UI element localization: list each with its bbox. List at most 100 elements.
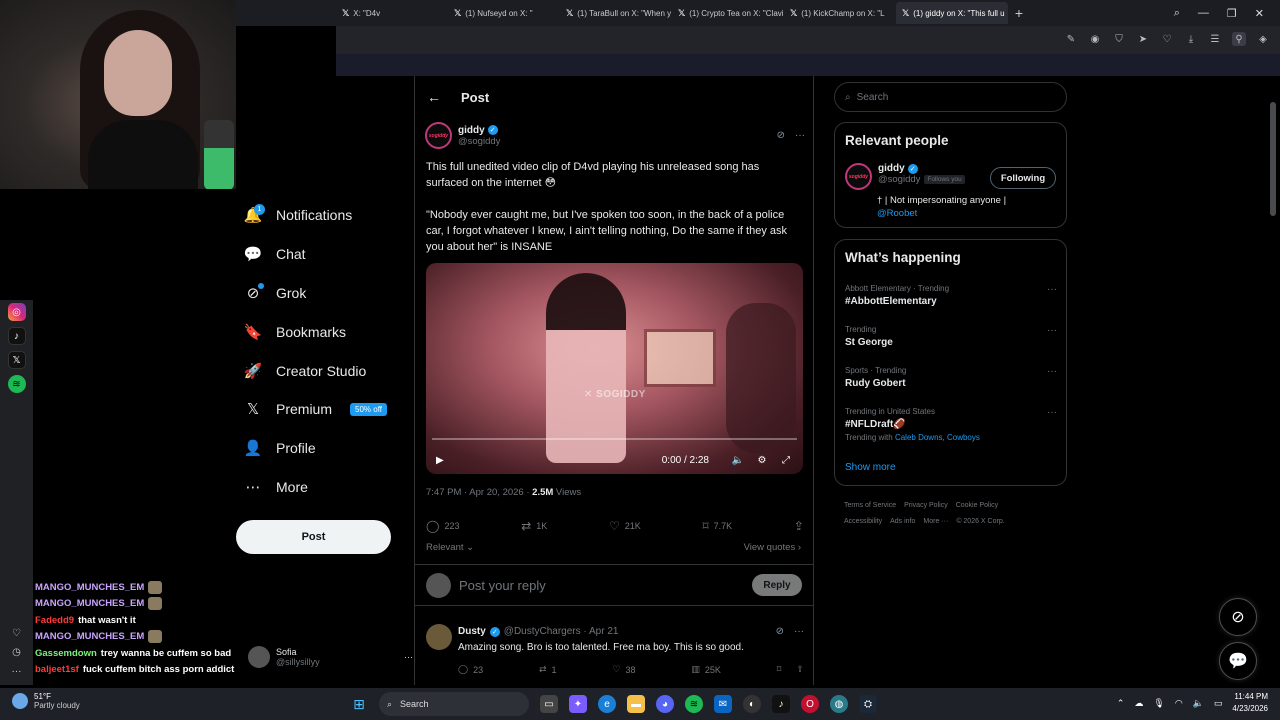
more-icon[interactable]: ··· xyxy=(1047,325,1057,336)
video-progress-bar[interactable] xyxy=(432,438,797,440)
nav-item-more[interactable]: ⋯ More xyxy=(236,468,406,507)
post-timestamp[interactable]: 7:47 PM · Apr 20, 2026 · xyxy=(426,487,532,498)
app-icon[interactable]: ◐ xyxy=(743,695,761,713)
x-app-icon[interactable]: 𝕏 xyxy=(7,351,26,369)
grok-icon[interactable]: ⊘ xyxy=(777,130,785,141)
browser-tab[interactable]: 𝕏 (1) TaraBull on X: "When y xyxy=(560,2,672,24)
clock-icon[interactable]: ◷ xyxy=(12,647,21,658)
footer-link[interactable]: Terms of Service xyxy=(844,502,896,509)
view-quotes-link[interactable]: View quotes › xyxy=(744,542,801,553)
heart-icon[interactable]: ♡ xyxy=(1160,32,1174,46)
trend-item[interactable]: Abbott Elementary · Trending #AbbottEleme… xyxy=(845,284,1057,307)
browser-tab[interactable]: 𝕏 (1) Nufseyd on X: " xyxy=(448,2,560,24)
extension-icon[interactable]: ◈ xyxy=(1256,32,1270,46)
steam-icon[interactable]: ⛭ xyxy=(859,695,877,713)
tiktok-icon[interactable]: ♪ xyxy=(7,327,26,345)
search-field[interactable]: ⌕ Search xyxy=(834,82,1067,112)
browser-tab[interactable]: 𝕏 X: "D4v xyxy=(336,2,448,24)
nav-item-creator-studio[interactable]: 🚀 Creator Studio xyxy=(236,351,406,390)
mic-icon[interactable]: 🎙 xyxy=(1153,698,1164,709)
maximize-button[interactable]: ❐ xyxy=(1227,7,1237,20)
spotify-icon[interactable]: ≋ xyxy=(685,695,703,713)
show-more-link[interactable]: Show more xyxy=(845,462,896,473)
chevron-up-icon[interactable]: ⌃ xyxy=(1117,698,1125,709)
clock[interactable]: 11:44 PM 4/23/2026 xyxy=(1232,691,1268,715)
windows-start-icon[interactable]: ⊞ xyxy=(350,695,368,713)
more-icon[interactable]: ··· xyxy=(1047,366,1057,377)
author-name[interactable]: giddy xyxy=(458,125,485,136)
minimize-button[interactable]: — xyxy=(1198,7,1209,19)
like-metric[interactable]: ♡ 21K xyxy=(609,519,641,533)
like-metric[interactable]: ♡ 38 xyxy=(612,664,635,675)
new-tab-button[interactable]: + xyxy=(1008,2,1030,24)
settings-icon[interactable]: ⚙ xyxy=(755,455,769,466)
browser-tab[interactable]: 𝕏(1) giddy on X: "This full u✕ xyxy=(896,2,1008,24)
repost-metric[interactable]: ⇄ 1K xyxy=(521,519,547,533)
camera-icon[interactable]: ◉ xyxy=(1088,32,1102,46)
more-icon[interactable]: ··· xyxy=(794,626,804,637)
reply-input[interactable]: Post your reply xyxy=(459,578,546,593)
send-icon[interactable]: ➤ xyxy=(1136,32,1150,46)
back-arrow-icon[interactable]: ← xyxy=(427,89,441,105)
shield-icon[interactable]: ⛉ xyxy=(1112,32,1126,46)
search-input[interactable]: Search xyxy=(857,92,889,103)
browser-tab[interactable]: 𝕏 (1) Crypto Tea on X: "Clavi xyxy=(672,2,784,24)
trend-item[interactable]: Sports · Trending Rudy Gobert ··· xyxy=(845,366,1057,389)
reply-metric[interactable]: ◯ 223 xyxy=(426,519,459,533)
bookmark-share[interactable]: ⌑ ⇪ xyxy=(777,664,804,675)
edit-icon[interactable]: ✎ xyxy=(1064,32,1078,46)
menu-icon[interactable]: ☰ xyxy=(1208,32,1222,46)
more-icon[interactable]: ··· xyxy=(404,652,413,662)
footer-link[interactable]: Cookie Policy xyxy=(956,502,998,509)
reply-sort-dropdown[interactable]: Relevant ⌄ xyxy=(426,542,474,553)
more-icon[interactable]: ··· xyxy=(1047,407,1057,418)
views-metric[interactable]: ▥ 25K xyxy=(691,664,721,675)
chat-username[interactable]: MANGO_MUNCHES_EM xyxy=(35,582,144,593)
download-icon[interactable]: ⤓ xyxy=(1184,32,1198,46)
reply-button[interactable]: Reply xyxy=(752,574,802,596)
volume-icon[interactable]: 🔈 xyxy=(1193,698,1204,709)
video-player[interactable]: ✕ SOGIDDY ▶ 0:00 / 2:28 🔈 ⚙ ⤢ xyxy=(426,263,803,474)
bookmark-metric[interactable]: ⌑ 7.7K xyxy=(702,519,732,533)
browser-tab[interactable]: 𝕏 (1) KickChamp on X: "L xyxy=(784,2,896,24)
close-button[interactable]: ✕ xyxy=(1255,7,1264,20)
chat-username[interactable]: MANGO_MUNCHES_EM xyxy=(35,598,144,609)
taskbar-search[interactable]: ⌕ Search xyxy=(379,692,529,716)
avatar[interactable] xyxy=(426,624,452,650)
footer-link[interactable]: Privacy Policy xyxy=(904,502,948,509)
author-handle[interactable]: @sogiddy xyxy=(458,136,500,147)
chat-username[interactable]: Fadedd9 xyxy=(35,615,74,626)
post-button[interactable]: Post xyxy=(236,520,391,554)
footer-link[interactable]: Accessibility xyxy=(844,518,882,525)
battery-icon[interactable]: ▭ xyxy=(1214,698,1223,709)
spotify-icon[interactable]: ≋ xyxy=(7,375,26,393)
opera-icon[interactable]: O xyxy=(801,695,819,713)
volume-icon[interactable]: 🔈 xyxy=(731,455,745,466)
author-avatar[interactable]: sogiddy xyxy=(425,122,452,149)
weather-widget[interactable]: 51°F Partly cloudy xyxy=(12,692,80,710)
trend-item[interactable]: Trending St George ··· xyxy=(845,325,1057,348)
trending-with-links[interactable]: Caleb Downs, Cowboys xyxy=(895,433,980,442)
person-avatar[interactable]: sogiddy xyxy=(845,163,872,190)
grok-icon[interactable]: ⊘ xyxy=(776,626,784,637)
mail-icon[interactable]: ✉ xyxy=(714,695,732,713)
repost-metric[interactable]: ⇄ 1 xyxy=(539,664,557,675)
nav-item-profile[interactable]: 👤 Profile xyxy=(236,429,406,468)
more-icon[interactable]: ··· xyxy=(12,666,22,677)
messages-fab-button[interactable]: 💬 xyxy=(1219,642,1257,680)
chat-username[interactable]: MANGO_MUNCHES_EM xyxy=(35,631,144,642)
profile-icon[interactable]: ⚲ xyxy=(1232,32,1246,46)
wifi-icon[interactable]: ◠ xyxy=(1175,698,1183,709)
following-button[interactable]: Following xyxy=(990,167,1056,189)
chat-username[interactable]: Gassemdown xyxy=(35,648,97,659)
more-icon[interactable]: ··· xyxy=(1047,284,1057,295)
copilot-icon[interactable]: ✦ xyxy=(569,695,587,713)
play-icon[interactable]: ▶ xyxy=(436,455,444,466)
tiktok-icon[interactable]: ♪ xyxy=(772,695,790,713)
discord-icon[interactable]: ◕ xyxy=(656,695,674,713)
edge-icon[interactable]: e xyxy=(598,695,616,713)
footer-link[interactable]: More ··· xyxy=(923,518,948,525)
reply-author-handle[interactable]: @DustyChargers · Apr 21 xyxy=(504,626,619,637)
task-view-icon[interactable]: ▭ xyxy=(540,695,558,713)
nav-item-bookmarks[interactable]: 🔖 Bookmarks xyxy=(236,312,406,351)
